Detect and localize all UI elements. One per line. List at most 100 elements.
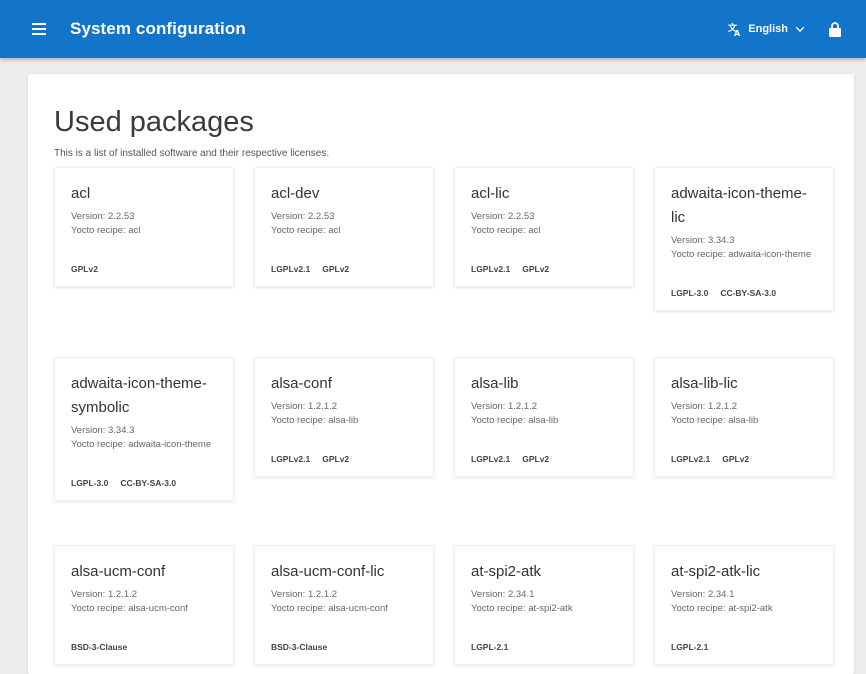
package-version: Version: 1.2.1.2 [671,400,817,414]
package-recipe: Yocto recipe: acl [471,224,617,238]
license-list: LGPLv2.1 GPLv2 [271,264,417,274]
package-recipe: Yocto recipe: alsa-lib [471,414,617,428]
package-recipe: Yocto recipe: alsa-lib [671,414,817,428]
package-card[interactable]: adwaita-icon-theme-lic Version: 3.34.3 Yoc… [654,167,834,311]
package-version: Version: 2.34.1 [671,588,817,602]
package-card[interactable]: alsa-lib-lic Version: 1.2.1.2 Yocto recipe… [654,357,834,477]
package-recipe: Yocto recipe: acl [271,224,417,238]
version-prefix: Version: [271,211,308,222]
version-prefix: Version: [271,401,308,412]
package-version: Version: 1.2.1.2 [71,588,217,602]
license-tag: LGPL-2.1 [471,642,509,652]
language-selector[interactable]: 文 A English [728,22,804,36]
package-name: acl-dev [271,185,320,202]
package-recipe: Yocto recipe: at-spi2-atk [671,602,817,616]
package-name: adwaita-icon-theme-lic [671,185,807,226]
page-description: This is a list of installed software and… [54,148,330,159]
page-title: Used packages [54,106,254,138]
package-card[interactable]: alsa-conf Version: 1.2.1.2 Yocto recipe: a… [254,357,434,477]
license-list: LGPL-2.1 [471,642,617,652]
license-tag: LGPLv2.1 [671,454,711,464]
license-list: BSD-3-Clause [271,642,417,652]
license-tag: LGPL-3.0 [671,288,709,298]
package-version: Version: 1.2.1.2 [271,588,417,602]
package-card[interactable]: alsa-ucm-conf-lic Version: 1.2.1.2 Yocto r… [254,545,434,665]
license-tag: CC-BY-SA-3.0 [720,288,777,298]
license-tag: GPLv2 [522,454,550,464]
version-prefix: Version: [471,589,508,600]
package-version: Version: 2.2.53 [471,210,617,224]
recipe-prefix: Yocto recipe: [71,225,129,236]
recipe-prefix: Yocto recipe: [671,415,729,426]
package-name: acl [71,185,91,202]
license-list: LGPLv2.1 GPLv2 [471,264,617,274]
top-app-bar: System configuration 文 A English [0,0,866,58]
license-tag: LGPLv2.1 [471,264,511,274]
recipe-prefix: Yocto recipe: [271,225,329,236]
version-prefix: Version: [71,425,108,436]
license-list: LGPLv2.1 GPLv2 [271,454,417,464]
package-card[interactable]: acl-lic Version: 2.2.53 Yocto recipe: acl L… [454,167,634,287]
chevron-down-icon [796,26,804,32]
recipe-value: adwaita-icon-theme [128,439,212,450]
license-list: LGPL-2.1 [671,642,817,652]
recipe-prefix: Yocto recipe: [271,603,329,614]
version-value: 3.34.3 [107,425,135,436]
license-tag: BSD-3-Clause [271,642,328,652]
package-recipe: Yocto recipe: alsa-lib [271,414,417,428]
license-tag: GPLv2 [322,264,350,274]
package-recipe: Yocto recipe: alsa-ucm-conf [271,602,417,616]
package-name: alsa-conf [271,375,332,392]
package-card[interactable]: at-spi2-atk Version: 2.34.1 Yocto recipe: … [454,545,634,665]
package-name: adwaita-icon-theme-symbolic [71,375,207,416]
version-value: 1.2.1.2 [707,401,738,412]
version-value: 1.2.1.2 [307,401,338,412]
recipe-value: alsa-ucm-conf [128,603,188,614]
package-name: alsa-ucm-conf-lic [271,563,385,580]
recipe-value: alsa-lib [528,415,559,426]
package-recipe: Yocto recipe: adwaita-icon-theme [671,248,817,262]
package-version: Version: 2.34.1 [471,588,617,602]
version-prefix: Version: [71,211,108,222]
recipe-prefix: Yocto recipe: [671,603,729,614]
version-value: 3.34.3 [707,235,735,246]
recipe-prefix: Yocto recipe: [271,415,329,426]
license-tag: LGPL-2.1 [671,642,709,652]
license-tag: GPLv2 [722,454,750,464]
recipe-value: acl [528,225,541,236]
content-panel: Used packages This is a list of installe… [28,74,854,674]
recipe-value: at-spi2-atk [728,603,773,614]
license-list: BSD-3-Clause [71,642,217,652]
menu-icon[interactable] [24,14,54,44]
package-version: Version: 1.2.1.2 [271,400,417,414]
recipe-prefix: Yocto recipe: [71,439,129,450]
package-version: Version: 2.2.53 [71,210,217,224]
package-card[interactable]: acl-dev Version: 2.2.53 Yocto recipe: acl L… [254,167,434,287]
package-card[interactable]: alsa-lib Version: 1.2.1.2 Yocto recipe: al… [454,357,634,477]
package-name: alsa-ucm-conf [71,563,166,580]
package-recipe: Yocto recipe: adwaita-icon-theme [71,438,217,452]
version-prefix: Version: [671,589,708,600]
package-name: at-spi2-atk [471,563,542,580]
lock-icon[interactable] [822,16,848,42]
recipe-value: at-spi2-atk [528,603,573,614]
license-tag: LGPL-3.0 [71,478,109,488]
language-label: English [748,23,788,35]
version-value: 2.34.1 [507,589,535,600]
version-value: 1.2.1.2 [107,589,138,600]
package-card[interactable]: acl Version: 2.2.53 Yocto recipe: acl GPLv2 [54,167,234,287]
license-list: GPLv2 [71,264,217,274]
recipe-value: alsa-ucm-conf [328,603,388,614]
recipe-prefix: Yocto recipe: [471,415,529,426]
version-prefix: Version: [671,401,708,412]
recipe-value: adwaita-icon-theme [728,249,812,260]
recipe-prefix: Yocto recipe: [471,225,529,236]
package-card[interactable]: at-spi2-atk-lic Version: 2.34.1 Yocto reci… [654,545,834,665]
package-card[interactable]: adwaita-icon-theme-symbolic Version: 3.34… [54,357,234,501]
package-card[interactable]: alsa-ucm-conf Version: 1.2.1.2 Yocto recip… [54,545,234,665]
license-list: LGPL-3.0 CC-BY-SA-3.0 [71,478,217,488]
license-tag: LGPLv2.1 [271,454,311,464]
version-prefix: Version: [471,401,508,412]
license-tag: LGPLv2.1 [271,264,311,274]
version-value: 2.34.1 [707,589,735,600]
